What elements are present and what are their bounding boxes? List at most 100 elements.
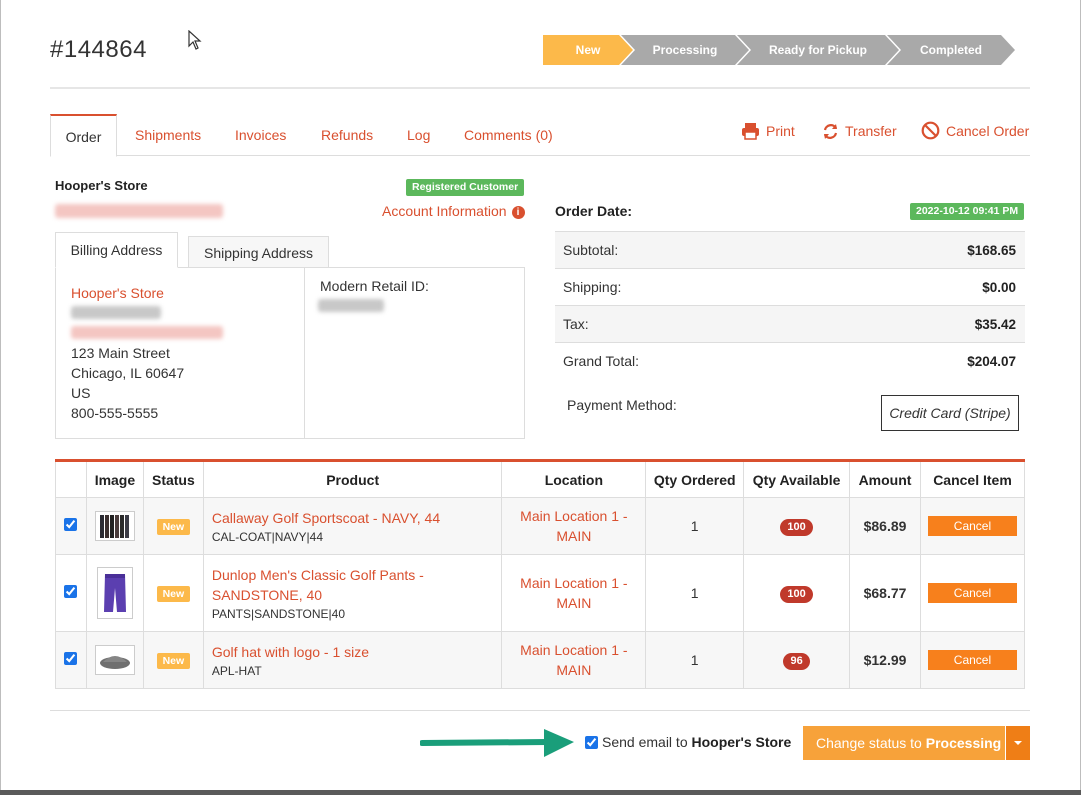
step-new[interactable]: New — [543, 35, 633, 65]
subtotal-value: $168.65 — [967, 242, 1016, 258]
tab-billing-address[interactable]: Billing Address — [55, 232, 178, 268]
send-email-prefix: Send email to — [602, 734, 688, 750]
redacted-contact-email — [71, 326, 223, 339]
product-name-link[interactable]: Golf hat with logo - 1 size — [212, 642, 502, 662]
print-button[interactable]: Print — [741, 120, 795, 142]
location-line-1[interactable]: Main Location 1 - — [502, 640, 645, 660]
transfer-label: Transfer — [845, 123, 897, 139]
tab-invoices[interactable]: Invoices — [235, 114, 286, 156]
printer-icon — [742, 123, 759, 140]
product-thumbnail[interactable] — [96, 567, 133, 619]
account-information-link[interactable]: Account Information i — [382, 203, 525, 219]
tab-shipping-address[interactable]: Shipping Address — [188, 236, 329, 268]
step-completed[interactable]: Completed — [887, 35, 1015, 65]
tab-refunds[interactable]: Refunds — [321, 114, 373, 156]
tab-log[interactable]: Log — [407, 114, 430, 156]
cancel-order-button[interactable]: Cancel Order — [921, 120, 1029, 142]
product-name-line-2: SANDSTONE, 40 — [211, 587, 323, 603]
grand-total-label: Grand Total: — [563, 353, 640, 369]
header-image: Image — [85, 460, 144, 498]
golf-hat-image — [99, 656, 130, 669]
product-thumbnail[interactable] — [94, 645, 135, 675]
qty-available-cell: 100 — [743, 554, 851, 632]
table-row: New Golf hat with logo - 1 size APL-HAT … — [55, 631, 1026, 689]
sportscoat-image — [99, 515, 129, 538]
print-label: Print — [766, 123, 795, 139]
transfer-button[interactable]: Transfer — [822, 120, 897, 142]
caret-down-icon — [1014, 741, 1022, 745]
green-arrow-annotation — [420, 729, 574, 757]
info-icon: i — [511, 206, 525, 219]
order-number: #144864 — [50, 36, 147, 63]
address-city: Chicago, IL 60647 — [71, 365, 185, 381]
qty-available-badge: 100 — [780, 518, 813, 536]
product-sku: APL-HAT — [211, 664, 262, 678]
cancel-item-button[interactable]: Cancel — [927, 650, 1017, 670]
address-street: 123 Main Street — [71, 345, 170, 361]
row-checkbox[interactable] — [64, 518, 78, 531]
grand-total-row: Grand Total: $204.07 — [555, 342, 1025, 379]
status-badge: New — [156, 519, 191, 535]
row-checkbox[interactable] — [64, 652, 78, 665]
location-line-2[interactable]: MAIN — [502, 593, 645, 613]
status-badge: New — [156, 586, 191, 602]
tab-order[interactable]: Order — [50, 114, 117, 157]
header-qty-available: Qty Available — [743, 460, 851, 498]
product-name-link[interactable]: Callaway Golf Sportscoat - NAVY, 44 — [212, 508, 502, 528]
redacted-email — [55, 204, 223, 218]
location-line-2[interactable]: MAIN — [502, 660, 645, 680]
tab-shipments[interactable]: Shipments — [135, 114, 201, 156]
totals-table: Subtotal: $168.65 Shipping: $0.00 Tax: $35.… — [555, 231, 1025, 379]
cancel-cell: Cancel — [919, 631, 1026, 689]
change-status-target: Processing — [925, 735, 1002, 751]
address-divider — [304, 268, 305, 438]
transfer-icon — [823, 124, 838, 139]
product-sku: PANTS|SANDSTONE|40 — [211, 607, 346, 621]
product-thumbnail[interactable] — [94, 511, 135, 541]
order-items-table: Image Status Product Location Qty Ordere… — [55, 459, 1026, 689]
subtotal-row: Subtotal: $168.65 — [555, 231, 1025, 268]
change-status-dropdown-toggle[interactable] — [1005, 726, 1030, 760]
header-location: Location — [501, 460, 647, 498]
image-cell — [85, 554, 144, 632]
product-name-link[interactable]: Dunlop Men's Classic Golf Pants - SANDSTO… — [212, 565, 502, 605]
shipping-label: Shipping: — [563, 279, 622, 295]
header-product: Product — [202, 460, 503, 498]
tab-comments[interactable]: Comments (0) — [464, 114, 553, 156]
header-qty-ordered: Qty Ordered — [645, 460, 745, 498]
order-date-label: Order Date: — [555, 203, 633, 219]
qty-available-cell: 100 — [743, 497, 851, 555]
product-sku: CAL-COAT|NAVY|44 — [211, 530, 324, 544]
row-checkbox[interactable] — [64, 585, 78, 598]
cancel-item-button[interactable]: Cancel — [927, 583, 1017, 603]
header-cancel-item: Cancel Item — [919, 460, 1026, 498]
qty-ordered-cell: 1 — [645, 497, 745, 555]
amount-cell: $86.89 — [849, 497, 921, 555]
tax-row: Tax: $35.42 — [555, 305, 1025, 342]
status-cell: New — [142, 497, 204, 555]
send-email-checkbox[interactable] — [585, 736, 598, 749]
table-row: New Callaway Golf Sportscoat - NAVY, 44 … — [55, 497, 1026, 555]
product-cell: Dunlop Men's Classic Golf Pants - SANDSTO… — [202, 554, 503, 632]
status-progress: New Processing Ready for Pickup Complete… — [543, 35, 1015, 65]
send-email-checkbox-row[interactable]: Send email to Hooper's Store — [585, 734, 791, 750]
customer-store-name: Hooper's Store — [55, 178, 148, 193]
divider — [50, 87, 1030, 89]
change-status-button[interactable]: Change status to Processing — [803, 726, 1030, 760]
header-amount: Amount — [849, 460, 921, 498]
mouse-cursor-icon — [188, 30, 202, 50]
status-cell: New — [142, 631, 204, 689]
registered-customer-badge: Registered Customer — [406, 179, 525, 196]
location-line-1[interactable]: Main Location 1 - — [502, 506, 645, 526]
footer-divider — [50, 710, 1030, 711]
cancel-item-button[interactable]: Cancel — [927, 516, 1017, 536]
status-badge: New — [156, 653, 191, 669]
step-ready-for-pickup[interactable]: Ready for Pickup — [737, 35, 899, 65]
amount-cell: $12.99 — [849, 631, 921, 689]
ban-icon — [921, 121, 940, 140]
address-phone: 800-555-5555 — [71, 405, 159, 421]
location-line-2[interactable]: MAIN — [502, 526, 645, 546]
location-line-1[interactable]: Main Location 1 - — [502, 573, 645, 593]
step-processing[interactable]: Processing — [621, 35, 749, 65]
image-cell — [85, 497, 144, 555]
